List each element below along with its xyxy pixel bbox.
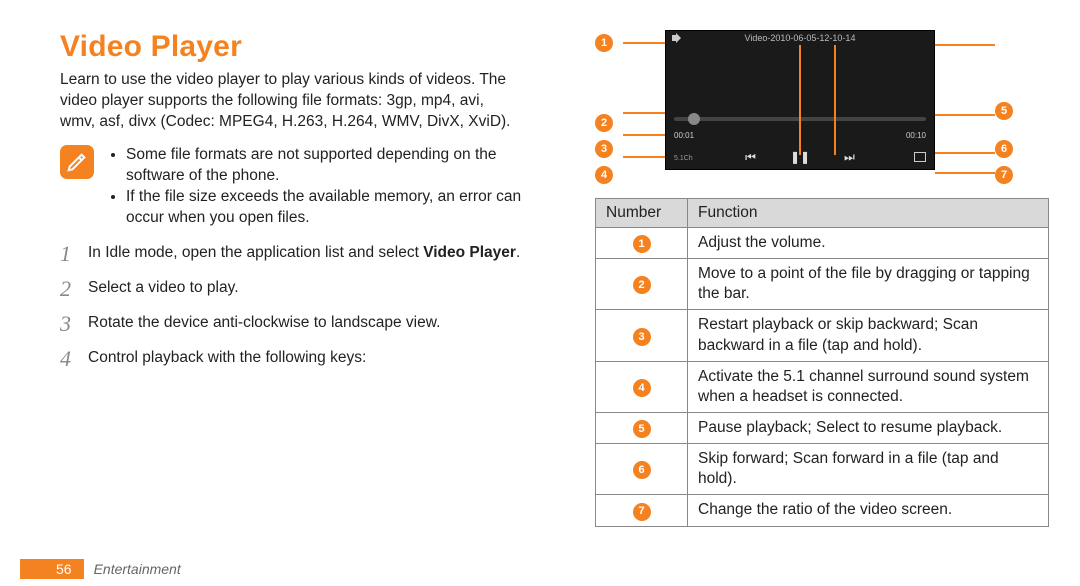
table-cell-function: Skip forward; Scan forward in a file (ta… [688,444,1049,495]
video-title: Video-2010-06-05-12-10-14 [666,33,934,43]
table-row: 4 Activate the 5.1 channel surround sound… [596,361,1049,412]
page-number: 56 [20,559,84,579]
number-badge: 1 [633,235,651,253]
table-cell-number: 5 [596,413,688,444]
callout-label-7: 7 [995,166,1013,184]
step-text: Rotate the device anti-clockwise to land… [88,312,440,335]
table-cell-function: Activate the 5.1 channel surround sound … [688,361,1049,412]
stretch-icon [914,152,926,162]
number-badge: 3 [633,328,651,346]
page-title: Video Player [60,30,525,64]
table-cell-number: 2 [596,259,688,310]
callout-label-3: 3 [595,140,613,158]
seek-knob [688,113,700,125]
table-cell-function: Change the ratio of the video screen. [688,495,1049,526]
note-item: Some file formats are not supported depe… [126,145,525,187]
table-cell-function: Move to a point of the file by dragging … [688,259,1049,310]
note-item: If the file size exceeds the available m… [126,187,525,229]
table-row: 6 Skip forward; Scan forward in a file (t… [596,444,1049,495]
table-row: 2 Move to a point of the file by dragging… [596,259,1049,310]
step-item: Control playback with the following keys… [60,347,525,370]
steps-list: In Idle mode, open the application list … [60,242,525,370]
section-name: Entertainment [94,561,181,577]
table-cell-function: Adjust the volume. [688,228,1049,259]
right-column: 1 2 3 4 Video-2010 [565,30,1030,546]
number-badge: 4 [633,379,651,397]
total-time: 00:10 [906,131,926,140]
step-item: In Idle mode, open the application list … [60,242,525,265]
skip-back-icon: ⏮ [745,151,756,163]
step-item: Rotate the device anti-clockwise to land… [60,312,525,335]
callout-label-4: 4 [595,166,613,184]
left-column: Video Player Learn to use the video play… [60,30,525,546]
callout-label-2: 2 [595,114,613,132]
number-badge: 6 [633,461,651,479]
callout-line-vert [799,45,801,155]
step-item: Select a video to play. [60,277,525,300]
step-bold: Video Player [423,244,516,261]
note-icon [60,145,94,179]
table-cell-number: 4 [596,361,688,412]
step-text: Select a video to play. [88,277,239,300]
table-header-number: Number [596,199,688,228]
step-text: . [516,244,520,261]
video-player-screenshot: Video-2010-06-05-12-10-14 00:01 00:10 5.… [665,30,935,170]
table-row: 5 Pause playback; Select to resume playba… [596,413,1049,444]
function-table: Number Function 1 Adjust the volume. 2 Move… [595,198,1049,527]
table-cell-number: 6 [596,444,688,495]
callout-label-1: 1 [595,34,613,52]
number-badge: 5 [633,420,651,438]
step-text: Control playback with the following keys… [88,347,366,370]
number-badge: 7 [633,503,651,521]
table-cell-number: 1 [596,228,688,259]
intro-paragraph: Learn to use the video player to play va… [60,70,520,133]
note-box: Some file formats are not supported depe… [60,145,525,229]
table-cell-number: 7 [596,495,688,526]
skip-forward-icon: ⏭ [844,151,855,163]
table-header-function: Function [688,199,1049,228]
number-badge: 2 [633,276,651,294]
table-cell-function: Restart playback or skip backward; Scan … [688,310,1049,361]
table-row: 7 Change the ratio of the video screen. [596,495,1049,526]
table-row: 1 Adjust the volume. [596,228,1049,259]
table-cell-number: 3 [596,310,688,361]
table-cell-function: Pause playback; Select to resume playbac… [688,413,1049,444]
table-row: 3 Restart playback or skip backward; Scan… [596,310,1049,361]
step-text: In Idle mode, open the application list … [88,244,423,261]
callout-label-6: 6 [995,140,1013,158]
callout-line-vert [834,45,836,155]
video-callout-diagram: 1 2 3 4 Video-2010 [595,30,1045,184]
page-footer: 56 Entertainment [0,546,1080,586]
callout-label-5: 5 [995,102,1013,120]
elapsed-time: 00:01 [674,131,694,140]
